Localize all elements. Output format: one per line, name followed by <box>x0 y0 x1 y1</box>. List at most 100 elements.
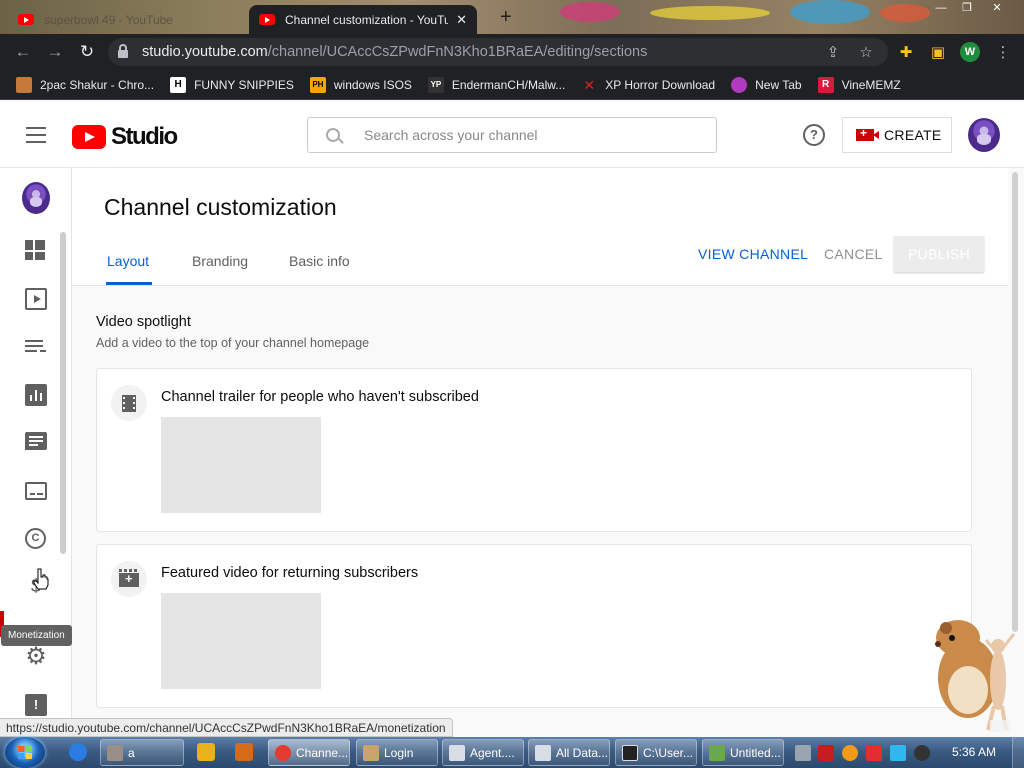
bookmark-item[interactable]: New Tab <box>731 76 802 93</box>
ph-icon: PH <box>309 76 326 93</box>
taskbar-clock[interactable]: 5:36 AM <box>952 745 996 759</box>
help-icon[interactable]: ? <box>803 124 825 146</box>
taskbar-item[interactable]: C:\User... <box>615 739 697 766</box>
comments-icon[interactable] <box>25 432 47 450</box>
studio-logo[interactable]: Studio <box>72 123 178 151</box>
taskbar-item[interactable]: Untitled... <box>702 739 784 766</box>
taskbar-item[interactable]: Login <box>356 739 438 766</box>
share-icon[interactable]: ⇪ <box>824 43 842 61</box>
bookmark-item[interactable]: ✕ XP Horror Download <box>581 77 715 93</box>
analytics-icon[interactable] <box>25 384 47 406</box>
taskbar-item[interactable]: All Data... <box>528 739 610 766</box>
taskbar-item[interactable]: a <box>100 739 184 766</box>
tray-icon[interactable] <box>818 745 834 761</box>
bookmark-label: New Tab <box>755 77 802 92</box>
close-tab-icon[interactable]: ✕ <box>456 12 467 28</box>
tab-layout[interactable]: Layout <box>107 253 149 269</box>
new-tab-icon[interactable]: + <box>500 6 520 29</box>
wallpaper-splat <box>880 4 930 22</box>
minimize-window-icon[interactable]: — <box>928 0 954 16</box>
bookmark-item[interactable]: R VineMEMZ <box>817 76 901 93</box>
tray-icon[interactable] <box>795 745 811 761</box>
forward-icon[interactable]: → <box>44 42 66 62</box>
bookmark-item[interactable]: PH windows ISOS <box>309 76 412 93</box>
bookmark-star-icon[interactable]: ☆ <box>857 43 875 61</box>
section-title: Video spotlight <box>96 314 191 330</box>
monetization-tooltip: Monetization <box>1 625 72 646</box>
address-bar[interactable]: studio.youtube.com/channel/UCAccCsZPwdFn… <box>108 38 888 66</box>
tab-branding[interactable]: Branding <box>192 253 248 269</box>
internet-explorer-icon[interactable] <box>69 743 87 761</box>
studio-left-nav: C $ ⚙ ! <box>0 168 72 736</box>
browser-tab-inactive[interactable]: superbowl 49 - YouTube <box>8 5 236 34</box>
copyright-icon[interactable]: C <box>25 528 46 549</box>
search-icon <box>326 128 340 142</box>
video-thumbnail-placeholder[interactable] <box>161 417 321 513</box>
profile-avatar[interactable]: W <box>960 42 980 62</box>
bookmark-label: FUNNY SNIPPIES <box>194 77 294 92</box>
search-placeholder: Search across your channel <box>364 127 538 143</box>
page-title: Channel customization <box>104 194 337 220</box>
x-icon: ✕ <box>583 76 596 93</box>
browser-tab-strip: superbowl 49 - YouTube Channel customiza… <box>0 0 1024 34</box>
close-window-icon[interactable]: ✕ <box>984 0 1010 16</box>
hamster-overlay-image <box>935 620 1016 732</box>
2pac-icon <box>16 76 32 93</box>
nav-scrollbar[interactable] <box>60 232 66 554</box>
wallpaper-splat <box>650 6 770 20</box>
url-host: studio.youtube.com <box>142 44 268 60</box>
cancel-button[interactable]: CANCEL <box>824 246 883 262</box>
yp-icon: YP <box>427 76 444 93</box>
show-desktop-button[interactable] <box>1012 737 1024 768</box>
main-scrollbar[interactable] <box>1012 172 1018 632</box>
feedback-icon[interactable]: ! <box>25 694 47 716</box>
playlists-icon[interactable] <box>25 336 47 358</box>
main-content: Channel customization Layout Branding Ba… <box>72 168 1024 736</box>
tray-icon[interactable] <box>890 745 906 761</box>
create-button[interactable]: CREATE <box>842 117 952 153</box>
media-player-icon[interactable] <box>197 743 215 761</box>
extensions-puzzle-icon[interactable]: ✚ <box>897 43 915 61</box>
content-icon[interactable] <box>25 288 47 310</box>
taskbar-label: Login <box>384 745 414 760</box>
paint-icon[interactable] <box>235 743 253 761</box>
youtube-favicon-icon <box>259 14 275 25</box>
search-input[interactable]: Search across your channel <box>307 117 717 153</box>
taskbar-label: Channe... <box>296 745 349 760</box>
card-title: Featured video for returning subscribers <box>161 565 419 581</box>
featured-video-card[interactable]: Featured video for returning subscribers <box>96 544 972 708</box>
tray-icon[interactable] <box>842 745 858 761</box>
browser-toolbar: ← → ↻ studio.youtube.com/channel/UCAccCs… <box>0 34 1024 70</box>
taskbar-item[interactable]: Agent.... <box>442 739 524 766</box>
side-panel-icon[interactable]: ▣ <box>929 43 947 61</box>
account-avatar[interactable] <box>968 118 1000 152</box>
wallpaper-splat <box>790 0 870 24</box>
tray-icon[interactable] <box>866 745 882 761</box>
view-channel-button[interactable]: VIEW CHANNEL <box>698 246 808 262</box>
publish-button[interactable]: PUBLISH <box>894 236 984 272</box>
settings-gear-icon[interactable]: ⚙ <box>25 645 47 669</box>
maximize-window-icon[interactable]: ❐ <box>954 0 980 16</box>
hamburger-menu-icon[interactable] <box>26 127 46 143</box>
taskbar-item-chrome[interactable]: Channe... <box>268 739 350 766</box>
start-orb-icon[interactable] <box>5 737 45 768</box>
video-thumbnail-placeholder[interactable] <box>161 593 321 689</box>
browser-tab-active[interactable]: Channel customization - YouTube ✕ <box>249 5 477 34</box>
tab-basic-info[interactable]: Basic info <box>289 253 350 269</box>
bookmark-item[interactable]: H FUNNY SNIPPIES <box>170 76 294 93</box>
lock-icon <box>118 44 128 58</box>
back-icon[interactable]: ← <box>12 42 34 62</box>
bookmark-item[interactable]: 2pac Shakur - Chro... <box>16 76 154 93</box>
h-icon: H <box>170 76 187 93</box>
studio-header: Studio Search across your channel ? CREA… <box>0 102 1024 168</box>
customization-header: Channel customization Layout Branding Ba… <box>72 168 1008 286</box>
reload-icon[interactable]: ↻ <box>76 42 98 62</box>
menu-kebab-icon[interactable]: ⋮ <box>994 43 1012 61</box>
channel-trailer-card[interactable]: Channel trailer for people who haven't s… <box>96 368 972 532</box>
channel-avatar[interactable] <box>22 182 50 214</box>
tray-icon[interactable] <box>914 745 930 761</box>
bookmark-label: windows ISOS <box>333 77 412 92</box>
subtitles-icon[interactable] <box>25 482 47 500</box>
bookmark-item[interactable]: YP EndermanCH/Malw... <box>427 76 565 93</box>
dashboard-icon[interactable] <box>25 240 47 262</box>
